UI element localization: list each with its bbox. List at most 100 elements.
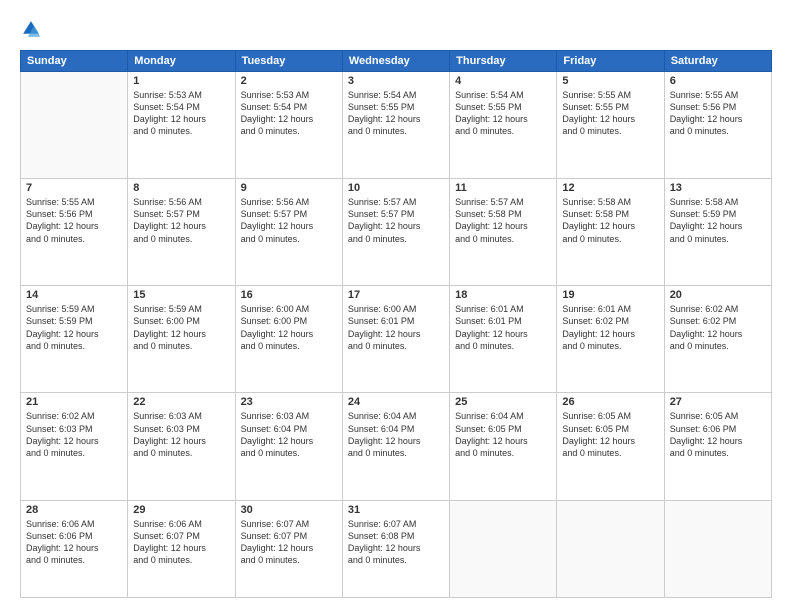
calendar-cell: 8 Sunrise: 5:56 AM Sunset: 5:57 PM Daylig… <box>128 179 235 286</box>
calendar-cell: 18Sunrise: 6:01 AM Sunset: 6:01 PM Dayli… <box>450 286 557 393</box>
week-row-3: 14 Sunrise: 5:59 AM Sunset: 5:59 PM Dayli… <box>21 286 772 393</box>
day-info: Sunrise: 6:02 AM Sunset: 6:02 PM Dayligh… <box>670 303 766 352</box>
day-number: 1 <box>133 75 229 87</box>
calendar-cell: 24 Sunrise: 6:04 AM Sunset: 6:04 PM Dayli… <box>342 393 449 500</box>
calendar-cell: 26 Sunrise: 6:05 AM Sunset: 6:05 PM Dayli… <box>557 393 664 500</box>
calendar-cell: 10 Sunrise: 5:57 AM Sunset: 5:57 PM Dayli… <box>342 179 449 286</box>
calendar-cell: 25 Sunrise: 6:04 AM Sunset: 6:05 PM Dayli… <box>450 393 557 500</box>
day-info: Sunrise: 6:04 AM Sunset: 6:05 PM Dayligh… <box>455 410 551 459</box>
day-number: 27 <box>670 396 766 408</box>
day-info: Sunrise: 5:59 AM Sunset: 6:00 PM Dayligh… <box>133 303 229 352</box>
weekday-header-friday: Friday <box>557 51 664 72</box>
day-info: Sunrise: 6:06 AM Sunset: 6:07 PM Dayligh… <box>133 518 229 567</box>
day-number: 9 <box>241 182 337 194</box>
calendar-cell: 19 Sunrise: 6:01 AM Sunset: 6:02 PM Dayli… <box>557 286 664 393</box>
day-info: Sunrise: 6:05 AM Sunset: 6:06 PM Dayligh… <box>670 410 766 459</box>
calendar-cell <box>450 500 557 597</box>
day-number: 16 <box>241 289 337 301</box>
calendar: SundayMondayTuesdayWednesdayThursdayFrid… <box>20 50 772 598</box>
day-info: Sunrise: 5:55 AM Sunset: 5:55 PM Dayligh… <box>562 89 658 138</box>
day-number: 23 <box>241 396 337 408</box>
day-info: Sunrise: 5:57 AM Sunset: 5:57 PM Dayligh… <box>348 196 444 245</box>
weekday-header-saturday: Saturday <box>664 51 771 72</box>
page: SundayMondayTuesdayWednesdayThursdayFrid… <box>0 0 792 612</box>
day-info: Sunrise: 5:55 AM Sunset: 5:56 PM Dayligh… <box>670 89 766 138</box>
calendar-cell: 2 Sunrise: 5:53 AM Sunset: 5:54 PM Daylig… <box>235 72 342 179</box>
day-info: Sunrise: 5:56 AM Sunset: 5:57 PM Dayligh… <box>241 196 337 245</box>
calendar-cell: 15 Sunrise: 5:59 AM Sunset: 6:00 PM Dayli… <box>128 286 235 393</box>
day-number: 6 <box>670 75 766 87</box>
day-info: Sunrise: 5:53 AM Sunset: 5:54 PM Dayligh… <box>241 89 337 138</box>
day-number: 21 <box>26 396 122 408</box>
day-info: Sunrise: 5:59 AM Sunset: 5:59 PM Dayligh… <box>26 303 122 352</box>
calendar-cell <box>664 500 771 597</box>
day-info: Sunrise: 6:02 AM Sunset: 6:03 PM Dayligh… <box>26 410 122 459</box>
calendar-cell: 11Sunrise: 5:57 AM Sunset: 5:58 PM Dayli… <box>450 179 557 286</box>
calendar-cell: 14 Sunrise: 5:59 AM Sunset: 5:59 PM Dayli… <box>21 286 128 393</box>
day-number: 17 <box>348 289 444 301</box>
calendar-cell: 5Sunrise: 5:55 AM Sunset: 5:55 PM Daylig… <box>557 72 664 179</box>
day-number: 22 <box>133 396 229 408</box>
day-info: Sunrise: 5:58 AM Sunset: 5:58 PM Dayligh… <box>562 196 658 245</box>
logo-icon <box>20 18 42 40</box>
calendar-cell: 29Sunrise: 6:06 AM Sunset: 6:07 PM Dayli… <box>128 500 235 597</box>
day-info: Sunrise: 5:54 AM Sunset: 5:55 PM Dayligh… <box>455 89 551 138</box>
day-info: Sunrise: 6:07 AM Sunset: 6:08 PM Dayligh… <box>348 518 444 567</box>
day-number: 28 <box>26 504 122 516</box>
weekday-header-monday: Monday <box>128 51 235 72</box>
day-number: 25 <box>455 396 551 408</box>
day-info: Sunrise: 6:05 AM Sunset: 6:05 PM Dayligh… <box>562 410 658 459</box>
day-number: 4 <box>455 75 551 87</box>
day-info: Sunrise: 6:00 AM Sunset: 6:01 PM Dayligh… <box>348 303 444 352</box>
logo <box>20 18 46 40</box>
calendar-cell: 12 Sunrise: 5:58 AM Sunset: 5:58 PM Dayli… <box>557 179 664 286</box>
day-info: Sunrise: 6:03 AM Sunset: 6:03 PM Dayligh… <box>133 410 229 459</box>
day-number: 12 <box>562 182 658 194</box>
day-number: 18 <box>455 289 551 301</box>
calendar-cell: 30 Sunrise: 6:07 AM Sunset: 6:07 PM Dayli… <box>235 500 342 597</box>
day-info: Sunrise: 5:56 AM Sunset: 5:57 PM Dayligh… <box>133 196 229 245</box>
day-number: 26 <box>562 396 658 408</box>
weekday-header-tuesday: Tuesday <box>235 51 342 72</box>
calendar-cell: 3 Sunrise: 5:54 AM Sunset: 5:55 PM Daylig… <box>342 72 449 179</box>
day-info: Sunrise: 6:07 AM Sunset: 6:07 PM Dayligh… <box>241 518 337 567</box>
day-info: Sunrise: 5:58 AM Sunset: 5:59 PM Dayligh… <box>670 196 766 245</box>
day-info: Sunrise: 6:04 AM Sunset: 6:04 PM Dayligh… <box>348 410 444 459</box>
weekday-header-sunday: Sunday <box>21 51 128 72</box>
day-number: 10 <box>348 182 444 194</box>
weekday-header-wednesday: Wednesday <box>342 51 449 72</box>
day-number: 15 <box>133 289 229 301</box>
day-number: 14 <box>26 289 122 301</box>
calendar-cell: 20Sunrise: 6:02 AM Sunset: 6:02 PM Dayli… <box>664 286 771 393</box>
calendar-cell: 1 Sunrise: 5:53 AM Sunset: 5:54 PM Daylig… <box>128 72 235 179</box>
calendar-cell: 22 Sunrise: 6:03 AM Sunset: 6:03 PM Dayli… <box>128 393 235 500</box>
week-row-4: 21 Sunrise: 6:02 AM Sunset: 6:03 PM Dayli… <box>21 393 772 500</box>
day-number: 8 <box>133 182 229 194</box>
week-row-1: 1 Sunrise: 5:53 AM Sunset: 5:54 PM Daylig… <box>21 72 772 179</box>
day-number: 2 <box>241 75 337 87</box>
day-number: 31 <box>348 504 444 516</box>
calendar-cell: 31 Sunrise: 6:07 AM Sunset: 6:08 PM Dayli… <box>342 500 449 597</box>
day-info: Sunrise: 5:57 AM Sunset: 5:58 PM Dayligh… <box>455 196 551 245</box>
calendar-cell: 7Sunrise: 5:55 AM Sunset: 5:56 PM Daylig… <box>21 179 128 286</box>
weekday-header-row: SundayMondayTuesdayWednesdayThursdayFrid… <box>21 51 772 72</box>
calendar-cell <box>557 500 664 597</box>
day-info: Sunrise: 5:54 AM Sunset: 5:55 PM Dayligh… <box>348 89 444 138</box>
day-info: Sunrise: 6:00 AM Sunset: 6:00 PM Dayligh… <box>241 303 337 352</box>
day-info: Sunrise: 6:01 AM Sunset: 6:02 PM Dayligh… <box>562 303 658 352</box>
calendar-cell: 28 Sunrise: 6:06 AM Sunset: 6:06 PM Dayli… <box>21 500 128 597</box>
day-number: 7 <box>26 182 122 194</box>
calendar-cell: 16 Sunrise: 6:00 AM Sunset: 6:00 PM Dayli… <box>235 286 342 393</box>
week-row-2: 7Sunrise: 5:55 AM Sunset: 5:56 PM Daylig… <box>21 179 772 286</box>
day-number: 3 <box>348 75 444 87</box>
calendar-cell <box>21 72 128 179</box>
day-number: 30 <box>241 504 337 516</box>
day-number: 24 <box>348 396 444 408</box>
day-number: 19 <box>562 289 658 301</box>
week-row-5: 28 Sunrise: 6:06 AM Sunset: 6:06 PM Dayli… <box>21 500 772 597</box>
day-info: Sunrise: 5:53 AM Sunset: 5:54 PM Dayligh… <box>133 89 229 138</box>
calendar-cell: 17 Sunrise: 6:00 AM Sunset: 6:01 PM Dayli… <box>342 286 449 393</box>
day-info: Sunrise: 6:03 AM Sunset: 6:04 PM Dayligh… <box>241 410 337 459</box>
calendar-cell: 9 Sunrise: 5:56 AM Sunset: 5:57 PM Daylig… <box>235 179 342 286</box>
day-info: Sunrise: 6:06 AM Sunset: 6:06 PM Dayligh… <box>26 518 122 567</box>
